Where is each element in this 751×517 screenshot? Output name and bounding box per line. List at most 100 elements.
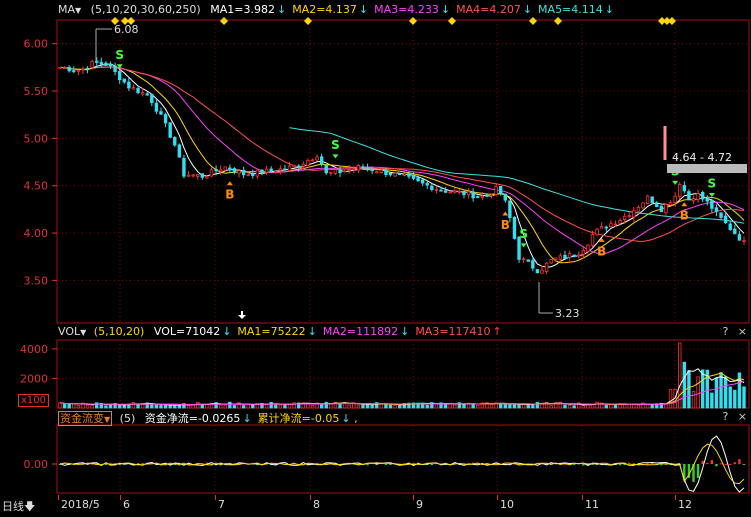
flow-bar (618, 464, 622, 466)
candle-up (329, 171, 333, 174)
candle-up (609, 223, 613, 228)
candle-up (668, 202, 673, 206)
candle-down (319, 156, 324, 165)
candle-up (196, 174, 200, 177)
candle-down (159, 111, 163, 115)
price-tick-label: 4.50 (24, 180, 49, 193)
sell-arrow-icon (520, 243, 527, 248)
candle-up (237, 170, 241, 174)
event-markers[interactable] (111, 17, 676, 25)
flow-indicator-dropdown[interactable]: 资金流变▼ (58, 411, 113, 426)
price-tick-label: 3.50 (24, 274, 49, 287)
volume-bar-up (668, 389, 673, 409)
candle-down (439, 189, 443, 192)
vol-indicator-dropdown[interactable]: VOL▼ (58, 325, 86, 338)
candle-up (287, 165, 292, 171)
volume-bar-down (384, 404, 388, 409)
x-axis-tick (582, 495, 583, 500)
close-button[interactable]: × (738, 325, 747, 338)
volume-bar-up (595, 401, 599, 409)
period-button[interactable]: 日线🡇 (2, 498, 35, 517)
candle-down (163, 114, 168, 124)
candle-down (72, 70, 76, 73)
candle-down (416, 177, 420, 182)
ma-indicator-dropdown[interactable]: MA▼ (58, 3, 81, 16)
ma5-line (59, 63, 745, 268)
indicator-value: MA1=3.982 (210, 3, 275, 16)
volume-bar-down (62, 403, 67, 409)
candle-down (269, 168, 273, 172)
volume-bar-up (186, 405, 191, 409)
volume-bar-down (710, 392, 714, 409)
volume-bar-up (310, 405, 315, 409)
candle-down (241, 169, 246, 176)
volume-ma-lines (59, 368, 745, 406)
flow-bar (706, 462, 709, 464)
candle-up (205, 176, 209, 179)
volume-bar-down (108, 404, 113, 409)
candle-down (85, 67, 90, 70)
arrow-down-icon: ↓ (222, 325, 232, 338)
volume-bar-down (687, 370, 691, 409)
x-axis-tick (215, 495, 216, 500)
volume-bar-up (347, 404, 351, 409)
candle-down (154, 102, 159, 112)
flow-bar (109, 462, 112, 464)
candle-up (632, 210, 636, 218)
ma-header: MA▼ (5,10,20,30,60,250) MA1=3.982 ↓ MA2=4.… (58, 3, 614, 17)
volume-bar-up (223, 404, 227, 409)
volume-bar-down (700, 369, 705, 409)
arrow-down-icon: ↓ (522, 3, 533, 16)
volume-bar-up (218, 404, 223, 409)
candle-down (398, 173, 402, 176)
candle-up (691, 198, 696, 202)
volume-bar-up (581, 405, 586, 409)
candle-up (81, 68, 85, 71)
candle-down (572, 254, 576, 257)
candle-down (687, 191, 691, 201)
trade-signals: SBSBSBSBS (115, 48, 716, 259)
candle-down (659, 205, 664, 213)
candle-up (375, 171, 379, 174)
arrow-down-icon: ↓ (604, 3, 614, 16)
candle-up (641, 202, 645, 209)
volume-bar-up (549, 405, 553, 409)
x-axis-label: 8 (313, 498, 320, 511)
candle-down (99, 61, 104, 65)
flow-params: (5) (119, 412, 136, 425)
candle-up (618, 220, 622, 224)
volume-bar-down (563, 404, 567, 409)
candle-down (714, 207, 719, 212)
candle-down (425, 182, 429, 186)
help-button[interactable]: ? (722, 410, 728, 423)
candle-down (710, 200, 714, 209)
volume-tick-label: 4000 (20, 343, 48, 356)
indicator-value: MA2=111892 (322, 325, 399, 338)
money-flow-panel (56, 424, 750, 494)
candle-down (150, 94, 154, 103)
volume-bar-down (728, 386, 732, 409)
candle-down (563, 254, 567, 259)
vol-header: VOL▼ (5,10,20) VOL=71042 ↓ MA1=75222 ↓ MA2=1… (58, 325, 502, 339)
ma-values: MA1=3.982 ↓ MA2=4.137 ↓ MA3=4.233 ↓ MA4=4.207 ↓… (204, 3, 614, 16)
volume-bar-up (636, 405, 641, 409)
close-button[interactable]: × (738, 410, 747, 423)
volume-bar-up (434, 403, 439, 409)
candle-down (168, 122, 172, 138)
volume-bar-down (508, 404, 512, 409)
x-axis-tick (120, 495, 121, 500)
candle-up (567, 253, 572, 258)
help-button[interactable]: ? (722, 325, 728, 338)
candle-up (590, 234, 595, 247)
candle-down (682, 185, 687, 192)
volume-ma5-line (59, 368, 745, 406)
indicator-value: VOL=71042 (153, 325, 221, 338)
volume-bar-down (572, 405, 576, 409)
sell-signal: S (331, 138, 340, 152)
buy-signal: B (680, 209, 689, 223)
candle-down (177, 144, 182, 158)
candle-up (209, 169, 214, 177)
candle-up (599, 226, 604, 229)
candle-up (274, 171, 278, 173)
flow-bar (104, 464, 108, 465)
